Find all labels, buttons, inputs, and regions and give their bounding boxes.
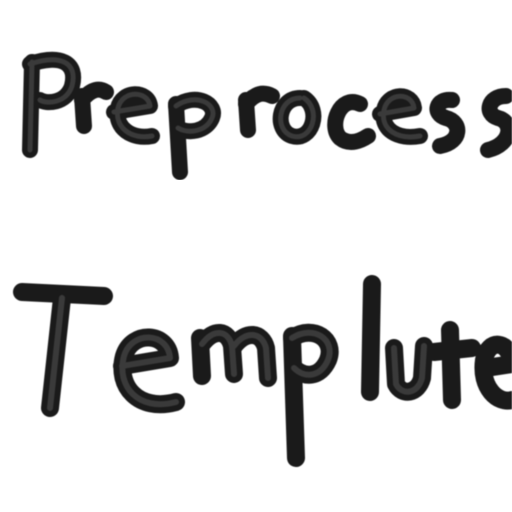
handwritten-word-template: Template [0,270,512,470]
handwritten-word-template-strokes [13,275,512,467]
handwritten-word-preprocess: Preprocess [0,40,512,180]
handwritten-word-preprocess-strokes [22,51,512,180]
handwriting-canvas: Preprocess [0,0,512,512]
